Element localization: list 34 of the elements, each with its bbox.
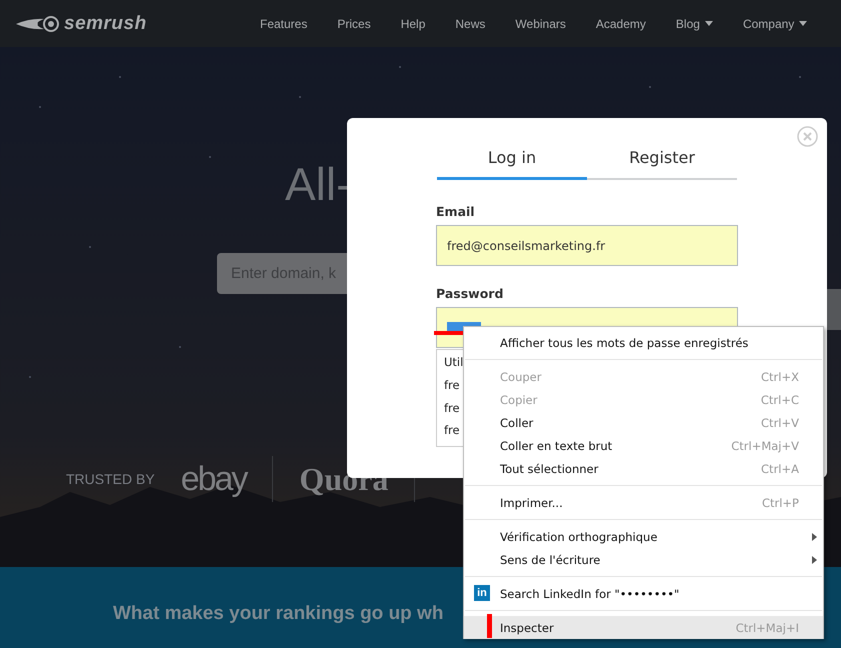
linkedin-icon: in xyxy=(474,585,490,601)
autofill-item[interactable]: fre xyxy=(444,423,465,446)
autofill-item[interactable]: fre xyxy=(444,400,465,424)
menu-item[interactable]: Coller en texte brut Ctrl+Maj+V xyxy=(464,434,823,457)
tab[interactable]: Register xyxy=(587,140,737,180)
menu-item[interactable]: Vérification orthographique xyxy=(464,525,823,548)
hero-title: All- xyxy=(285,159,352,209)
brand-logo: ebay xyxy=(180,460,246,498)
menu-item[interactable]: Imprimer... Ctrl+P xyxy=(464,491,823,514)
nav-link[interactable]: Prices xyxy=(325,16,383,30)
autofill-item[interactable]: fre xyxy=(444,378,465,400)
banner-heading: What makes your rankings go up wh xyxy=(113,603,444,625)
nav-link[interactable]: Help xyxy=(388,16,438,30)
menu-item[interactable]: Inspecter Ctrl+Maj+I xyxy=(464,616,823,639)
nav-link[interactable]: Company xyxy=(730,16,820,30)
field-label: Password xyxy=(436,286,504,301)
menu-item[interactable]: Sens de l'écriture xyxy=(464,548,823,571)
nav-link[interactable]: News xyxy=(443,16,498,30)
autofill-item[interactable]: Util xyxy=(444,355,465,378)
menu-item[interactable]: Afficher tous les mots de passe enregistrés xyxy=(464,331,823,354)
nav-link[interactable]: Blog xyxy=(664,16,725,30)
trusted-label: TRUSTED BY xyxy=(66,471,155,487)
menu-item[interactable]: in Search LinkedIn for "••••••••" xyxy=(464,582,823,605)
email-field[interactable]: fred@conseilsmarketing.fr xyxy=(436,225,738,266)
annotation-mark xyxy=(487,614,492,638)
logo-icon xyxy=(16,16,60,32)
menu-item[interactable]: Tout sélectionner Ctrl+A xyxy=(464,457,823,480)
tab[interactable]: Log in xyxy=(437,140,587,180)
logo-text[interactable]: semrush xyxy=(64,12,147,34)
nav-link[interactable]: Features xyxy=(248,16,320,30)
menu-item[interactable]: Coller Ctrl+V xyxy=(464,411,823,434)
field-label: Email xyxy=(436,204,476,219)
nav-link[interactable]: Academy xyxy=(584,16,658,30)
nav-link[interactable]: Webinars xyxy=(503,16,578,30)
